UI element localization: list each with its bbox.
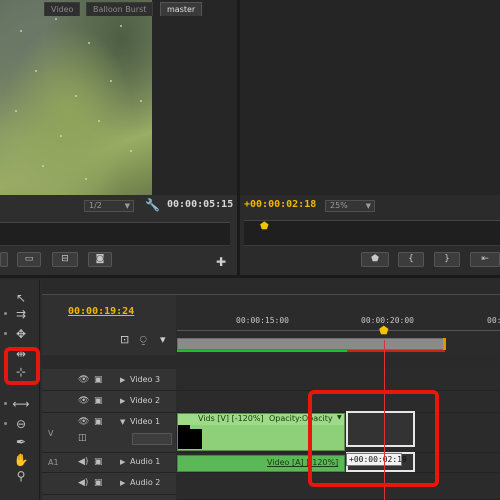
- source-scrub-bar[interactable]: [0, 222, 230, 246]
- track-header-audio1[interactable]: A1 ◀) ▣ ▶ Audio 1: [42, 453, 176, 473]
- drag-highlight-box: [308, 390, 439, 487]
- marker-add-icon[interactable]: ⍜: [140, 333, 147, 347]
- film-icon[interactable]: ▣: [94, 417, 103, 427]
- overwrite-icon: ⊟: [61, 254, 69, 264]
- program-current-timecode[interactable]: +00:00:02:18: [244, 199, 316, 210]
- ruler-label: 00:00:15:00: [236, 316, 289, 325]
- expand-triangle-icon[interactable]: ▶: [120, 397, 125, 405]
- wrench-icon[interactable]: 🔧: [145, 198, 160, 212]
- track-name: Video 1: [130, 417, 161, 426]
- pen-tool-icon[interactable]: ✒: [10, 434, 32, 450]
- chevron-down-icon: ▼: [124, 202, 130, 210]
- track-target-label[interactable]: V: [48, 429, 53, 438]
- track-name: Video 3: [130, 375, 161, 384]
- program-video-frame: [240, 0, 500, 195]
- ruler-baseline: [177, 330, 500, 331]
- timeline-current-timecode[interactable]: 00:00:19:24: [68, 306, 134, 317]
- overwrite-button[interactable]: ⊟: [52, 252, 78, 267]
- expand-triangle-icon[interactable]: ▶: [120, 376, 125, 384]
- track-select-tool-icon[interactable]: ⇉: [10, 306, 32, 322]
- eye-icon[interactable]: 👁: [78, 375, 89, 385]
- track-name: Audio 2: [130, 478, 161, 487]
- source-button-edge[interactable]: [0, 252, 8, 267]
- track-name: Audio 1: [130, 457, 161, 466]
- speaker-icon[interactable]: ◀): [78, 478, 88, 488]
- track-header-video3[interactable]: 👁 ▣ ▶ Video 3: [42, 369, 176, 391]
- keyframe-navigator[interactable]: [132, 433, 172, 445]
- camera-icon: ◙: [95, 254, 105, 264]
- video-clip-thumbnail: [178, 429, 202, 449]
- marker-button[interactable]: ⬟: [361, 252, 389, 267]
- tab-master[interactable]: master: [160, 2, 203, 16]
- track-lane-video3[interactable]: [177, 369, 500, 391]
- plus-icon[interactable]: ✚: [216, 255, 226, 269]
- razor-tool-icon[interactable]: ⟷: [10, 396, 32, 412]
- work-area-bar[interactable]: [177, 338, 445, 350]
- track-name: Video 2: [130, 396, 161, 405]
- source-zoom-value: 1/2: [89, 201, 102, 210]
- speaker-icon[interactable]: ◀): [78, 457, 88, 467]
- render-bar-unrendered: [347, 350, 445, 352]
- expand-triangle-icon[interactable]: ▼: [120, 418, 125, 426]
- expand-triangle-icon[interactable]: ▶: [120, 479, 125, 487]
- go-to-in-icon: ⇤: [481, 254, 489, 264]
- expand-triangle-icon[interactable]: ▶: [120, 458, 125, 466]
- keyframe-icon[interactable]: ◫: [78, 433, 87, 443]
- tool-dot: [4, 422, 7, 425]
- film-icon[interactable]: ▣: [94, 396, 103, 406]
- tab-balloon-burst[interactable]: Balloon Burst: [86, 2, 154, 16]
- tool-dot: [4, 332, 7, 335]
- mark-out-icon: }: [444, 254, 450, 264]
- tool-dot: [4, 312, 7, 315]
- ruler-label: 00:0: [487, 316, 500, 325]
- track-target-label[interactable]: A1: [48, 458, 59, 467]
- waveform-icon[interactable]: ▣: [94, 457, 103, 467]
- track-header-audio2[interactable]: ◀) ▣ ▶ Audio 2: [42, 473, 176, 495]
- go-to-in-button[interactable]: ⇤: [470, 252, 500, 267]
- marker-icon[interactable]: ▾: [160, 333, 166, 346]
- ripple-edit-tool-icon[interactable]: ✥: [10, 326, 32, 342]
- snap-icon[interactable]: ⊡: [120, 333, 129, 346]
- tool-dot: [4, 402, 7, 405]
- track-header-video1[interactable]: V 👁 ▣ ▼ Video 1 ◫: [42, 413, 176, 453]
- insert-button[interactable]: ▭: [17, 252, 41, 267]
- work-area-end-handle[interactable]: [443, 338, 446, 350]
- insert-icon: ▭: [24, 254, 34, 264]
- eye-icon[interactable]: 👁: [78, 396, 89, 406]
- program-playhead-icon[interactable]: ⬟: [260, 221, 269, 232]
- program-zoom-value: 25%: [330, 201, 348, 210]
- mark-in-button[interactable]: {: [398, 252, 424, 267]
- waveform-icon[interactable]: ▣: [94, 478, 103, 488]
- tool-highlight-box: [4, 347, 40, 385]
- source-video-frame: [0, 0, 152, 195]
- timeline-playhead-icon[interactable]: ⬟: [379, 325, 390, 337]
- chevron-down-icon: ▼: [365, 202, 371, 210]
- selection-tool-icon[interactable]: ↖: [10, 290, 32, 306]
- source-zoom-select[interactable]: 1/2 ▼: [84, 200, 134, 212]
- program-scrub-bar[interactable]: [244, 220, 500, 246]
- eye-icon[interactable]: 👁: [78, 417, 89, 427]
- marker-icon: ⬟: [371, 254, 379, 264]
- film-icon[interactable]: ▣: [94, 375, 103, 385]
- tab-video[interactable]: Video: [44, 2, 81, 16]
- source-video-letterbox: [152, 0, 237, 195]
- track-header-video2[interactable]: 👁 ▣ ▶ Video 2: [42, 391, 176, 413]
- track-header-filler: [42, 495, 176, 500]
- zoom-tool-icon[interactable]: ⚲: [10, 468, 32, 484]
- hand-tool-icon[interactable]: ✋: [10, 452, 32, 468]
- program-zoom-select[interactable]: 25% ▼: [325, 200, 375, 212]
- mark-out-button[interactable]: }: [434, 252, 460, 267]
- mark-in-icon: {: [408, 254, 414, 264]
- render-bar-rendered: [177, 350, 347, 352]
- video-clip-label: Vids [V] [-120%]: [198, 414, 264, 423]
- source-duration-timecode: 00:00:05:15: [167, 199, 234, 210]
- timeline-header: [42, 295, 176, 355]
- slip-tool-icon[interactable]: ⊖: [10, 416, 32, 432]
- tools-panel: ↖ ⇉ ✥ ⇹ ⊹ ⟷ ⊖ ✒ ✋ ⚲: [0, 280, 40, 500]
- export-frame-button[interactable]: ◙: [88, 252, 112, 267]
